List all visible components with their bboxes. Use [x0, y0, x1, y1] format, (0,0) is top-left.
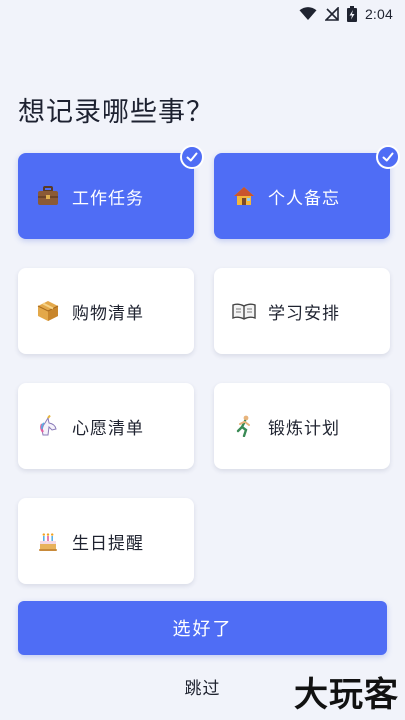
status-bar: 2:04 [0, 0, 405, 28]
check-icon [376, 145, 400, 169]
status-time: 2:04 [364, 6, 393, 22]
open-book-icon [232, 299, 256, 323]
category-card-shopping[interactable]: 购物清单 [18, 268, 194, 354]
category-label: 购物清单 [72, 303, 144, 324]
category-label: 工作任务 [72, 188, 144, 209]
check-icon [180, 145, 204, 169]
category-card-wishlist[interactable]: 心愿清单 [18, 383, 194, 469]
category-label: 锻炼计划 [268, 418, 340, 439]
signal-off-icon [324, 7, 339, 21]
battery-charging-icon [346, 6, 357, 22]
unicorn-icon [36, 414, 60, 438]
confirm-button[interactable]: 选好了 [18, 601, 387, 655]
category-label: 生日提醒 [72, 533, 144, 554]
house-icon [232, 184, 256, 208]
category-card-study[interactable]: 学习安排 [214, 268, 390, 354]
briefcase-icon [36, 184, 60, 208]
category-label: 心愿清单 [72, 418, 144, 439]
watermark: 大玩客 [294, 675, 399, 715]
page-title: 想记录哪些事？ [18, 97, 214, 128]
package-icon [36, 299, 60, 323]
category-card-birthday[interactable]: 生日提醒 [18, 498, 194, 584]
wifi-icon [299, 7, 317, 21]
category-card-work[interactable]: 工作任务 [18, 145, 204, 239]
category-label: 个人备忘 [268, 188, 340, 209]
category-card-exercise[interactable]: 锻炼计划 [214, 383, 390, 469]
category-card-personal[interactable]: 个人备忘 [214, 145, 400, 239]
birthday-cake-icon [36, 529, 60, 553]
category-label: 学习安排 [268, 303, 340, 324]
runner-icon [232, 414, 256, 438]
